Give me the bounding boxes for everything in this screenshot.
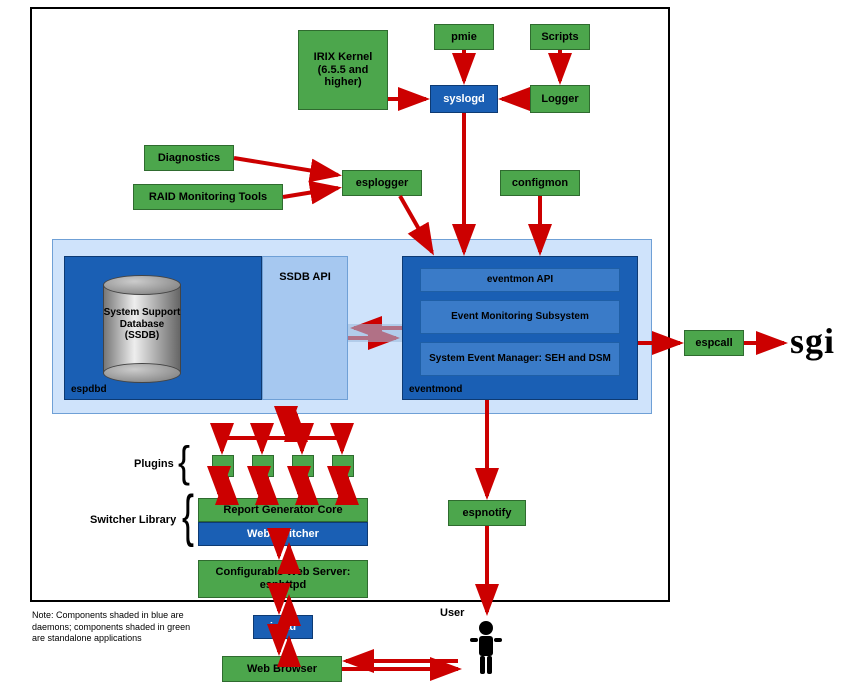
label-eventmond: eventmond [409, 384, 462, 396]
datastore-ssdb: System Support Database (SSDB) [103, 275, 181, 383]
brace-plugins-icon: { [178, 440, 190, 483]
node-configmon: configmon [500, 170, 580, 196]
label-ssdb: System Support Database (SSDB) [103, 307, 181, 342]
plugin-1 [212, 455, 234, 477]
node-system-event-manager: System Event Manager: SEH and DSM [420, 342, 620, 376]
label-switcher-library: Switcher Library [90, 514, 176, 526]
node-event-monitoring-subsystem: Event Monitoring Subsystem [420, 300, 620, 334]
node-report-generator-core: Report Generator Core [198, 498, 368, 522]
node-esplogger: esplogger [342, 170, 422, 196]
node-web-browser: Web Browser [222, 656, 342, 682]
label-user: User [440, 607, 464, 619]
sgi-logo: sgi [790, 320, 835, 362]
note-legend: Note: Components shaded in blue are daem… [32, 610, 202, 645]
node-eventmon-api: eventmon API [420, 268, 620, 292]
node-inetd: inetd [253, 615, 313, 639]
node-web-server: Configurable Web Server: esphttpd [198, 560, 368, 598]
user-icon [466, 620, 506, 685]
node-diagnostics: Diagnostics [144, 145, 234, 171]
node-pmie: pmie [434, 24, 494, 50]
plugin-4 [332, 455, 354, 477]
node-web-switcher: Web Switcher [198, 522, 368, 546]
node-raid-monitoring: RAID Monitoring Tools [133, 184, 283, 210]
label-plugins: Plugins [134, 458, 174, 470]
plugin-3 [292, 455, 314, 477]
node-scripts: Scripts [530, 24, 590, 50]
label-espdbd: espdbd [71, 384, 107, 396]
node-logger: Logger [530, 85, 590, 113]
node-syslogd: syslogd [430, 85, 498, 113]
brace-switcher-icon: { [182, 487, 194, 545]
node-ssdb-api: SSDB API [262, 256, 348, 400]
plugin-2 [252, 455, 274, 477]
node-irix-kernel: IRIX Kernel (6.5.5 and higher) [298, 30, 388, 110]
node-espnotify: espnotify [448, 500, 526, 526]
node-espcall: espcall [684, 330, 744, 356]
